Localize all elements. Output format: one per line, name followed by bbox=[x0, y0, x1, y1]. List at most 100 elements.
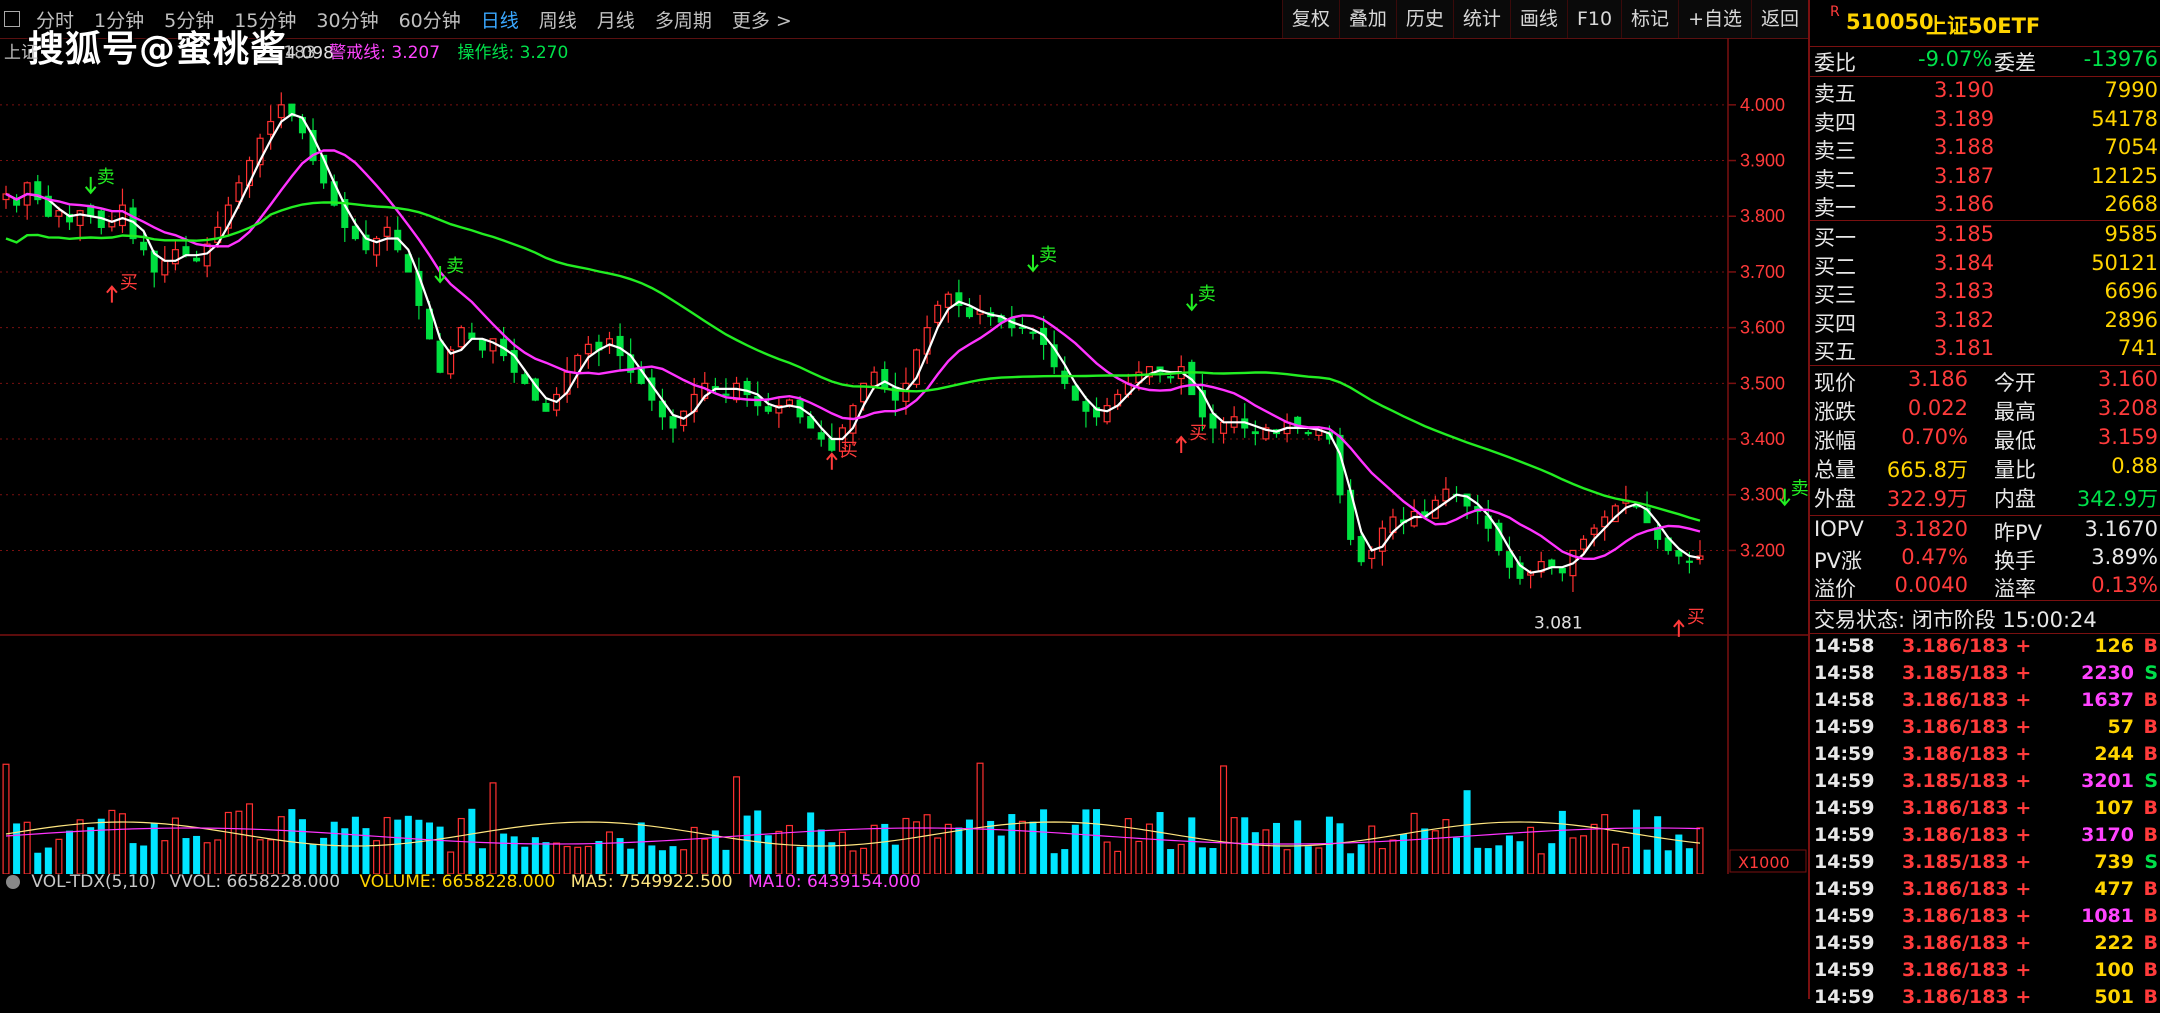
volume-bar bbox=[1643, 849, 1651, 874]
candle bbox=[1304, 431, 1312, 435]
y-tick-label: 4.000 bbox=[1740, 95, 1785, 115]
layout-icon[interactable] bbox=[4, 11, 20, 27]
period-tab-7[interactable]: 周线 bbox=[529, 6, 587, 33]
flag: R bbox=[1830, 4, 1840, 20]
volume-bar bbox=[510, 836, 518, 874]
candle bbox=[118, 204, 126, 227]
volume-bar bbox=[807, 812, 815, 874]
buy-signal: 买 bbox=[840, 440, 858, 461]
volume-bar bbox=[214, 839, 222, 874]
bid-row: 买五 3.181 741 bbox=[1814, 336, 2158, 364]
volume-bar bbox=[161, 840, 169, 874]
sell-signal: 卖 bbox=[1039, 245, 1057, 266]
volume-bar bbox=[796, 846, 804, 874]
volume-bar bbox=[140, 845, 148, 874]
trade-row: 14:58 3.185/183 +2230 S bbox=[1814, 662, 2158, 684]
buy-arrow-icon bbox=[826, 452, 838, 470]
tool-button-7[interactable]: +自选 bbox=[1678, 0, 1751, 38]
volume-bar bbox=[108, 809, 116, 874]
volume-bar bbox=[66, 830, 74, 874]
candle bbox=[764, 406, 772, 412]
volume-bar bbox=[648, 845, 656, 874]
volume-bar bbox=[1558, 810, 1566, 874]
volume-bar bbox=[425, 822, 434, 874]
volume-bar bbox=[203, 842, 211, 874]
volume-bar bbox=[976, 762, 984, 874]
y-tick-label: 3.400 bbox=[1740, 429, 1785, 449]
volume-bar bbox=[1537, 853, 1545, 874]
iopv-row: PV涨 0.47% 换手 3.89% bbox=[1814, 545, 2158, 573]
volume-bar bbox=[415, 819, 423, 874]
trade-row: 14:59 3.185/183 +3201 S bbox=[1814, 770, 2158, 792]
tool-button-6[interactable]: 标记 bbox=[1621, 0, 1679, 38]
iopv-row: 溢价 0.0040 溢率 0.13% bbox=[1814, 573, 2158, 601]
volume-bar bbox=[531, 837, 539, 874]
volume-bar bbox=[521, 846, 529, 874]
period-tab-8[interactable]: 月线 bbox=[587, 6, 645, 33]
trade-row: 14:59 3.185/183 +739 S bbox=[1814, 851, 2158, 873]
volume-bar bbox=[1040, 809, 1048, 874]
candle bbox=[881, 369, 889, 390]
sell-arrow-icon bbox=[1186, 293, 1198, 312]
volume-bar bbox=[574, 846, 582, 874]
ask-row: 卖五 3.190 7990 bbox=[1814, 78, 2158, 106]
volume-bar bbox=[828, 842, 836, 874]
candle bbox=[277, 104, 285, 119]
tool-button-2[interactable]: 历史 bbox=[1395, 0, 1453, 38]
y-tick-label: 3.700 bbox=[1740, 262, 1785, 282]
candle bbox=[1357, 536, 1365, 563]
volume-value: VOLUME: 6658228.000 bbox=[359, 872, 556, 892]
candle bbox=[616, 335, 624, 357]
volume-bar bbox=[182, 838, 190, 874]
period-tab-4[interactable]: 30分钟 bbox=[306, 6, 388, 33]
y-tick-label: 3.800 bbox=[1740, 206, 1785, 226]
vol-indicator-name[interactable]: VOL-TDX(5,10) bbox=[31, 872, 156, 892]
candle bbox=[828, 437, 836, 451]
volume-bar bbox=[1527, 826, 1535, 874]
stat-row: 现价 3.186 今开 3.160 bbox=[1814, 367, 2158, 395]
tool-button-8[interactable]: 返回 bbox=[1750, 0, 1808, 38]
volume-bar bbox=[1071, 824, 1079, 874]
trade-row: 14:59 3.186/183 +1081 B bbox=[1814, 905, 2158, 927]
period-tab-9[interactable]: 多周期 bbox=[645, 6, 722, 33]
volume-bar bbox=[447, 851, 455, 874]
y-tick-label: 3.900 bbox=[1740, 151, 1785, 171]
volume-bar bbox=[1315, 847, 1323, 874]
volume-bar bbox=[224, 811, 232, 874]
tool-button-1[interactable]: 叠加 bbox=[1338, 0, 1396, 38]
candle bbox=[521, 374, 529, 384]
volume-bar bbox=[1220, 765, 1228, 874]
candle bbox=[785, 399, 793, 406]
volume-bar bbox=[584, 845, 592, 874]
tool-button-3[interactable]: 统计 bbox=[1452, 0, 1510, 38]
volume-bar bbox=[1601, 814, 1609, 874]
quote-panel: R 510050 上证50ETF 委比 -9.07% 委差 -13976 卖五 3… bbox=[1808, 0, 2160, 1008]
volume-bar bbox=[1590, 823, 1598, 874]
volume-bar bbox=[1664, 850, 1672, 874]
volume-bar bbox=[34, 852, 42, 874]
period-tab-6[interactable]: 日线 bbox=[471, 6, 529, 33]
volume-bar bbox=[1061, 849, 1069, 874]
volume-bar bbox=[902, 817, 910, 874]
volume-bar bbox=[1368, 825, 1376, 874]
collapse-icon[interactable] bbox=[6, 875, 20, 889]
candlestick-chart[interactable]: 4.000 3.900 3.800 3.700 3.600 3.500 3.400 3.300… bbox=[0, 38, 1808, 874]
volume-bar bbox=[87, 827, 95, 874]
tool-button-4[interactable]: 画线 bbox=[1509, 0, 1567, 38]
volume-bar bbox=[1421, 828, 1429, 874]
ask-row: 卖四 3.189 54178 bbox=[1814, 106, 2158, 135]
security-title: R 510050 上证50ETF bbox=[1810, 0, 2160, 47]
bid-row: 买三 3.183 6696 bbox=[1814, 279, 2158, 307]
volume-bar bbox=[1251, 832, 1259, 874]
volume-bar bbox=[553, 842, 561, 874]
ma10-value: MA10: 6439154.000 bbox=[747, 872, 921, 892]
period-tab-10[interactable]: 更多 > bbox=[722, 6, 802, 33]
volume-bar bbox=[669, 846, 677, 874]
candle bbox=[817, 432, 825, 440]
tool-button-0[interactable]: 复权 bbox=[1281, 0, 1339, 38]
volume-bar bbox=[764, 835, 772, 874]
period-tab-5[interactable]: 60分钟 bbox=[389, 6, 471, 33]
tool-button-5[interactable]: F10 bbox=[1566, 0, 1622, 38]
volume-bar bbox=[1262, 829, 1270, 874]
candle bbox=[1505, 551, 1513, 568]
